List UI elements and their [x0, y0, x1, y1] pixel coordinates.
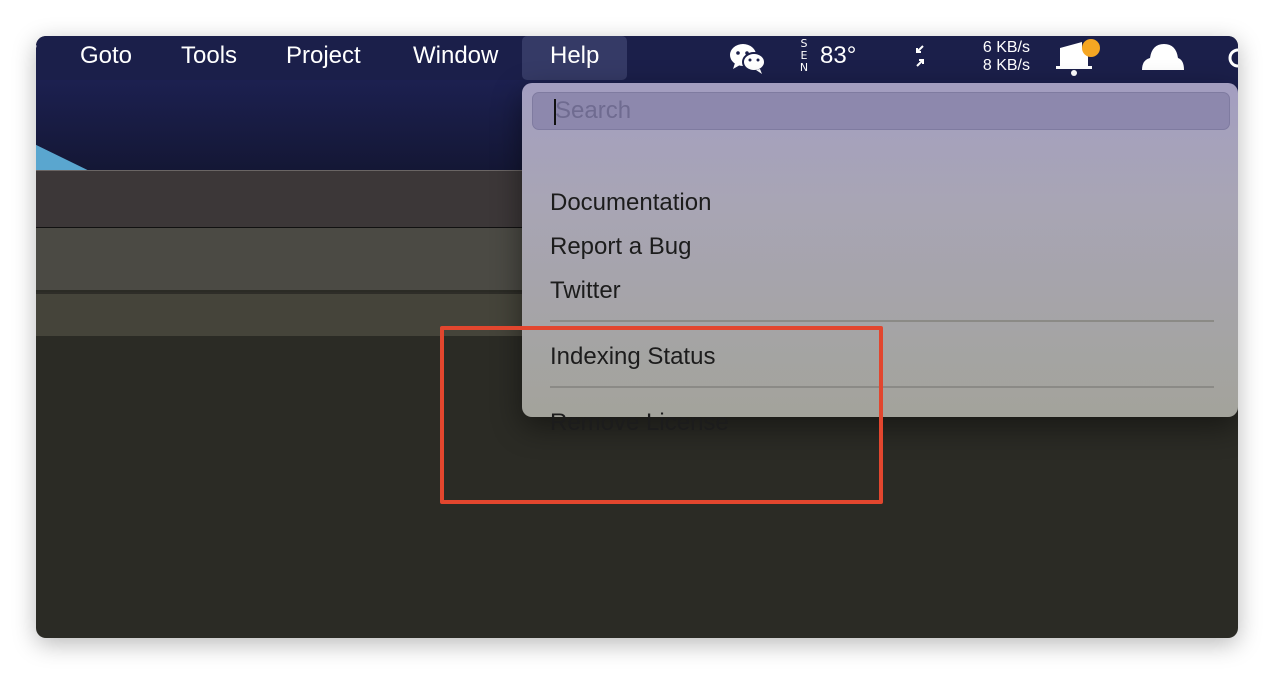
menu-separator: [550, 320, 1214, 322]
compass-icon: S E N: [798, 38, 810, 74]
menu-item-tools[interactable]: Tools: [181, 36, 265, 80]
menu-item-twitter[interactable]: Twitter: [550, 274, 621, 308]
wechat-icon[interactable]: [726, 36, 770, 80]
notification-bell-icon[interactable]: [1054, 36, 1104, 80]
help-search-input[interactable]: [553, 93, 1215, 129]
text-cursor: [554, 99, 556, 125]
menu-item-project[interactable]: Project: [286, 36, 389, 80]
menu-item-documentation[interactable]: Documentation: [550, 186, 711, 220]
compass-letter-n: N: [799, 61, 809, 74]
temperature: 83°: [820, 42, 857, 69]
menu-item-window[interactable]: Window: [413, 36, 526, 80]
menu-item-goto[interactable]: Goto: [80, 36, 160, 80]
menu-item-partial[interactable]: /: [36, 36, 37, 80]
download-speed: 8 KB/s: [982, 57, 1030, 74]
help-search-box[interactable]: [532, 92, 1230, 130]
weather-widget[interactable]: S E N 83°: [798, 36, 878, 80]
annotation-highlight-box: [440, 326, 883, 504]
menu-bar: / Goto Tools Project Window Help S E: [36, 36, 1238, 80]
partial-tray-icon[interactable]: [1228, 36, 1238, 80]
menu-item-help[interactable]: Help: [522, 36, 628, 80]
network-speed[interactable]: 6 KB/s 8 KB/s: [960, 36, 1030, 80]
collapse-arrows-icon[interactable]: [908, 36, 932, 80]
menu-item-report-a-bug[interactable]: Report a Bug: [550, 230, 691, 264]
cloud-icon[interactable]: [1138, 36, 1186, 80]
upload-speed: 6 KB/s: [982, 39, 1030, 56]
wallpaper-streak: [36, 140, 166, 170]
